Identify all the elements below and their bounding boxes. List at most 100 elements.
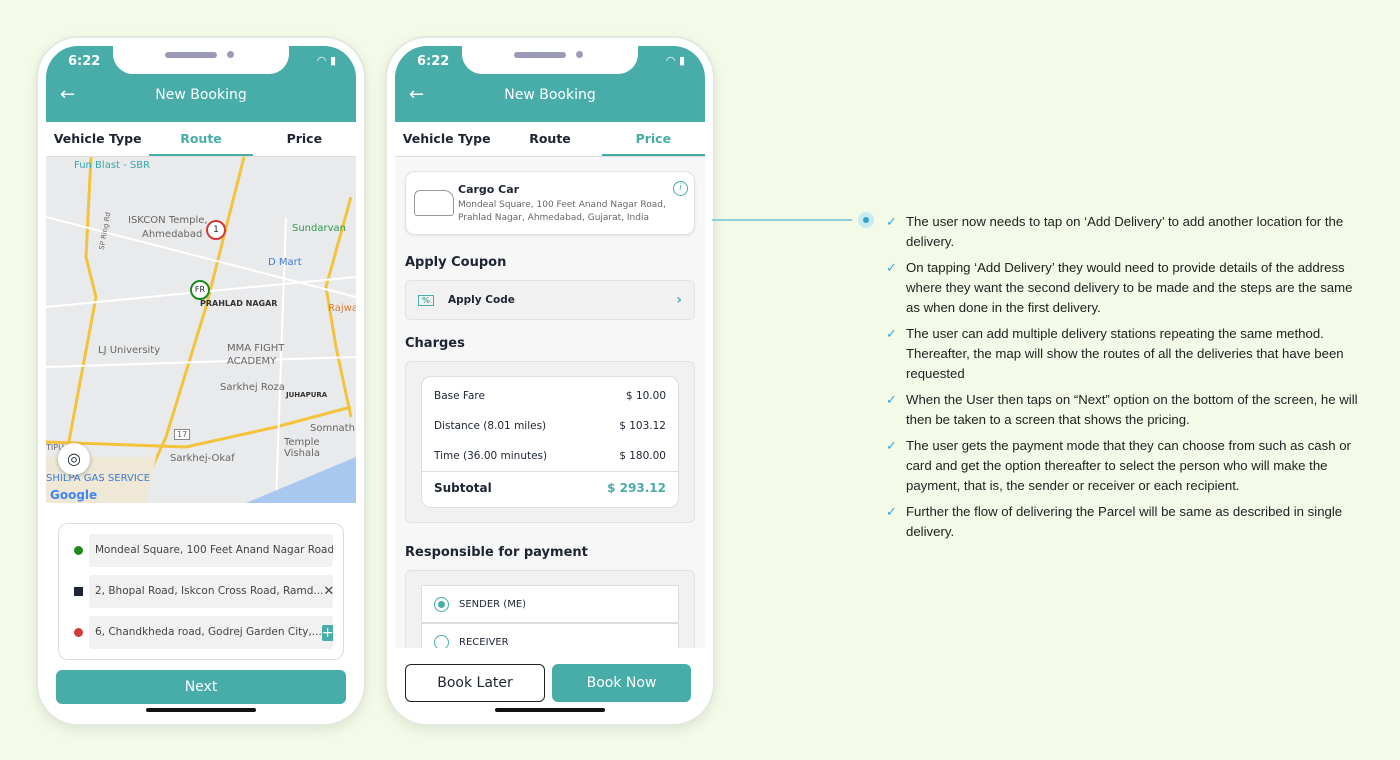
check-circle-icon: ✓ [886, 214, 897, 229]
map-label: Somnath [310, 423, 355, 434]
note-item: ✓ When the User then taps on “Next” optio… [886, 390, 1366, 430]
charge-value: $ 180.00 [619, 450, 666, 462]
check-circle-icon: ✓ [886, 392, 897, 407]
app-header: 6:22 ◠ ▮ ← New Booking [395, 46, 705, 122]
chevron-right-icon: › [676, 292, 682, 308]
map-label: JUHAPURA [286, 391, 328, 399]
charges-heading: Charges [405, 336, 465, 351]
route-stop[interactable]: Mondeal Square, 100 Feet Anand Nagar Roa… [67, 534, 333, 567]
charge-value: $ 103.12 [619, 420, 666, 432]
coupon-heading: Apply Coupon [405, 255, 507, 270]
google-logo: Google [50, 488, 98, 502]
check-circle-icon: ✓ [886, 326, 897, 341]
subtotal-row: Subtotal $ 293.12 [422, 471, 678, 503]
tab-vehicle-type[interactable]: Vehicle Type [46, 122, 149, 156]
locate-me-icon[interactable]: ◎ [58, 443, 90, 475]
vehicle-address: Mondeal Square, 100 Feet Anand Nagar Roa… [458, 200, 666, 210]
page-title: New Booking [155, 87, 247, 103]
note-text: The user gets the payment mode that they… [906, 438, 1351, 493]
stop-address: Mondeal Square, 100 Feet Anand Nagar Roa… [95, 544, 333, 556]
map-label: PRAHLAD NAGAR [200, 299, 278, 308]
charge-row: Time (36.00 minutes) $ 180.00 [422, 441, 678, 471]
wifi-battery-icon: ◠ ▮ [665, 54, 685, 67]
page-title: New Booking [504, 87, 596, 103]
map-label: SHILPA GAS SERVICE [46, 473, 151, 484]
book-later-button[interactable]: Book Later [405, 664, 545, 702]
map-label: Rajwa [328, 303, 356, 314]
note-item: ✓ The user now needs to tap on ‘Add Deliv… [886, 212, 1366, 252]
check-circle-icon: ✓ [886, 438, 897, 453]
notes-list: ✓ The user now needs to tap on ‘Add Deliv… [886, 212, 1366, 548]
delivery-marker[interactable]: 1 [206, 220, 226, 240]
apply-code-button[interactable]: % Apply Code › [405, 280, 695, 320]
book-now-button[interactable]: Book Now [552, 664, 691, 702]
map-label: Sundarvan [292, 223, 346, 234]
charge-label: Base Fare [434, 390, 485, 402]
note-item: ✓ The user gets the payment mode that the… [886, 436, 1366, 496]
tab-route[interactable]: Route [498, 122, 601, 156]
route-stop[interactable]: 6, Chandkheda road, Godrej Garden City,.… [67, 616, 333, 649]
note-text: When the User then taps on “Next” option… [906, 392, 1358, 427]
payment-option[interactable]: SENDER (ME) [421, 585, 679, 623]
charge-label: Time (36.00 minutes) [434, 450, 548, 462]
route-stops: Mondeal Square, 100 Feet Anand Nagar Roa… [58, 523, 344, 660]
check-circle-icon: ✓ [886, 260, 897, 275]
status-time: 6:22 [417, 54, 450, 69]
map-label: Temple Vishala [284, 437, 320, 459]
vehicle-name: Cargo Car [458, 183, 520, 196]
coupon-tag-icon: % [418, 294, 435, 306]
stop-dot-icon [73, 587, 83, 596]
charge-row: Distance (8.01 miles) $ 103.12 [422, 411, 678, 441]
stop-dot-icon [73, 628, 83, 637]
vehicle-address: Prahlad Nagar, Ahmedabad, Gujarat, India [458, 213, 649, 223]
stop-address: 6, Chandkheda road, Godrej Garden City,.… [95, 626, 322, 638]
note-text: The user now needs to tap on ‘Add Delive… [906, 214, 1344, 249]
stop-address: 2, Bhopal Road, Iskcon Cross Road, Ramd.… [95, 585, 324, 597]
stop-dot-icon [73, 546, 83, 555]
map-label: Sarkhej Roza [220, 382, 285, 393]
price-phone: 6:22 ◠ ▮ ← New Booking Vehicle Type Rout… [387, 38, 713, 724]
home-indicator [146, 708, 256, 712]
map-label: ISKCON Temple, [128, 215, 208, 226]
charges-table: Base Fare $ 10.00 Distance (8.01 miles) $ 1… [421, 376, 679, 508]
subtotal-value: $ 293.12 [607, 480, 666, 495]
pickup-marker[interactable]: FR [190, 280, 210, 300]
charge-label: Distance (8.01 miles) [434, 420, 547, 432]
connector-dot [858, 212, 874, 228]
next-button[interactable]: Next [56, 670, 346, 704]
status-time: 6:22 [68, 54, 101, 69]
route-stop[interactable]: 2, Bhopal Road, Iskcon Cross Road, Ramd.… [67, 575, 333, 608]
note-text: On tapping ‘Add Delivery’ they would nee… [906, 260, 1353, 315]
map-label: LJ University [98, 345, 161, 356]
map-label: Fun Blast - SBR [74, 160, 151, 171]
van-icon [414, 190, 454, 216]
remove-stop-icon[interactable]: ✕ [323, 575, 333, 608]
tab-vehicle-type[interactable]: Vehicle Type [395, 122, 498, 156]
payment-option-label: RECEIVER [459, 636, 509, 648]
note-item: ✓ Further the flow of delivering the Parc… [886, 502, 1366, 542]
map-label: D Mart [268, 257, 302, 268]
note-text: Further the flow of delivering the Parce… [906, 504, 1343, 539]
add-delivery-icon[interactable]: + [321, 624, 333, 641]
app-header: 6:22 ◠ ▮ ← New Booking [46, 46, 356, 122]
payment-option-label: SENDER (ME) [459, 598, 527, 610]
tab-route[interactable]: Route [149, 122, 253, 156]
radio-icon[interactable] [434, 596, 449, 612]
check-circle-icon: ✓ [886, 504, 897, 519]
charge-value: $ 10.00 [625, 390, 666, 402]
vehicle-card[interactable]: Cargo Car Mondeal Square, 100 Feet Anand… [405, 171, 695, 235]
note-text: The user can add multiple delivery stati… [906, 326, 1344, 381]
apply-code-label: Apply Code [448, 294, 515, 306]
subtotal-label: Subtotal [434, 480, 492, 495]
wifi-battery-icon: ◠ ▮ [316, 54, 336, 67]
note-item: ✓ On tapping ‘Add Delivery’ they would ne… [886, 258, 1366, 318]
connector-line [712, 219, 852, 221]
map-label: Ahmedabad [142, 229, 203, 240]
tab-price[interactable]: Price [253, 122, 356, 156]
tab-price[interactable]: Price [601, 122, 705, 156]
payment-heading: Responsible for payment [405, 545, 588, 560]
route-map[interactable]: Fun Blast - SBR ISKCON Temple, Ahmedabad… [46, 157, 356, 503]
info-icon[interactable]: i [673, 181, 688, 196]
route-phone: 6:22 ◠ ▮ ← New Booking Vehicle Type Rout… [38, 38, 364, 724]
map-label: Sarkhej-Okaf [170, 453, 235, 464]
